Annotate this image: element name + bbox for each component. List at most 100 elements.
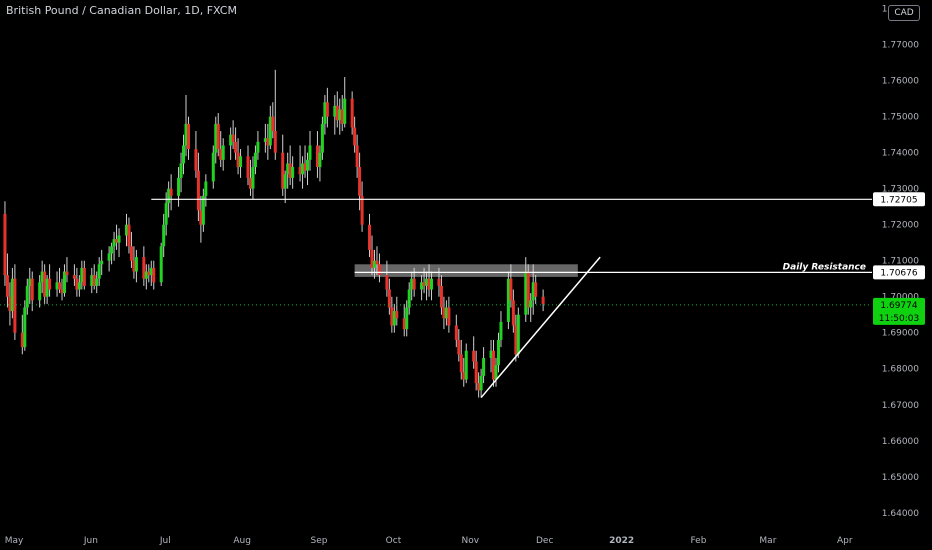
candle-body [457, 339, 461, 355]
candle-body [231, 134, 235, 142]
candle-body [439, 285, 443, 308]
level-label: Daily Resistance [783, 262, 866, 272]
candle-body [447, 307, 451, 326]
x-tick-label: Apr [837, 536, 853, 546]
y-tick-label: 1.74000 [882, 149, 919, 159]
candle-body [38, 282, 42, 301]
candle-body [529, 300, 533, 308]
candle-body [358, 167, 362, 196]
candle-body [82, 267, 86, 286]
candle-body [459, 354, 463, 373]
candle-body [377, 264, 381, 276]
candle-body [350, 98, 354, 128]
candle-body [472, 350, 476, 362]
candle-body [194, 149, 198, 171]
candle-body [100, 260, 104, 265]
candle-body [325, 102, 329, 117]
candle-body [360, 195, 364, 225]
candle-body [499, 321, 503, 340]
candle-body [162, 224, 166, 247]
candle-body [23, 307, 27, 348]
y-tick-label: 1.69000 [882, 329, 919, 339]
last-price-countdown: 11:50:03 [879, 314, 919, 324]
candle-body [454, 325, 458, 340]
candle-body [353, 127, 357, 146]
candle-body [509, 278, 513, 301]
y-tick-label: 1.71000 [882, 257, 919, 267]
candle-body [464, 350, 468, 380]
candle-body [482, 357, 486, 376]
candle-body [3, 213, 7, 276]
candle-body [25, 285, 29, 308]
candle-body [48, 278, 52, 290]
level-price-tag-text: 1.72705 [880, 195, 917, 205]
candle-body [169, 188, 173, 196]
candle-body [196, 170, 200, 211]
candle-body [152, 267, 156, 283]
candle-body [201, 195, 205, 225]
candle-body [308, 145, 312, 160]
candle-body [186, 123, 190, 150]
candlestick-chart[interactable]: Daily Resistance 1.780001.770001.760001.… [0, 0, 932, 550]
candle-body [159, 246, 163, 283]
candle-body [30, 278, 34, 301]
x-tick-label: Sep [311, 536, 328, 546]
candle-body [283, 174, 287, 189]
candle-body [253, 152, 257, 168]
candle-body [177, 177, 181, 196]
candle-body [496, 339, 500, 366]
x-tick-label: Mar [759, 536, 776, 546]
x-tick-label: Jul [159, 536, 171, 546]
candle-body [306, 159, 310, 171]
candle-body [72, 275, 76, 279]
candle-body [318, 152, 322, 168]
y-tick-label: 1.68000 [882, 365, 919, 375]
candle-body [479, 375, 483, 391]
y-tick-label: 1.72000 [882, 221, 919, 231]
chart-title: British Pound / Canadian Dollar, 1D, FXC… [6, 4, 237, 17]
candle-body [179, 163, 183, 178]
x-tick-label: May [5, 536, 24, 546]
candle-body [368, 224, 372, 250]
currency-label[interactable]: CAD [888, 5, 920, 21]
candle-body [134, 257, 138, 272]
candle-body [164, 203, 168, 225]
candle-body [107, 253, 111, 261]
x-tick-label: Jun [83, 536, 98, 546]
x-tick-label: Feb [691, 536, 707, 546]
candle-body [204, 181, 208, 196]
candle-body [129, 246, 133, 261]
trendline [480, 256, 601, 399]
candle-body [437, 278, 441, 286]
candle-body [273, 131, 277, 153]
candle-body [251, 167, 255, 189]
y-tick-label: 1.65000 [882, 473, 919, 483]
y-tick-label: 1.66000 [882, 437, 919, 447]
candle-body [494, 365, 498, 380]
candle-body [516, 314, 520, 355]
y-tick-label: 1.77000 [882, 41, 919, 51]
candles-layer [3, 69, 545, 398]
candle-body [271, 116, 275, 132]
candle-body [211, 152, 215, 182]
last-price-value: 1.69774 [880, 301, 917, 311]
candle-body [291, 167, 295, 178]
candle-body [216, 123, 220, 150]
candle-body [97, 264, 101, 279]
x-tick-label: Dec [536, 536, 553, 546]
candle-body [385, 275, 389, 290]
y-tick-label: 1.75000 [882, 113, 919, 123]
candle-body [541, 296, 545, 304]
candle-body [256, 141, 260, 153]
candle-body [127, 224, 131, 247]
candle-body [182, 145, 186, 164]
y-tick-label: 1.76000 [882, 77, 919, 87]
candle-body [13, 278, 17, 333]
candle-body [65, 271, 69, 276]
resistance-zone [354, 264, 578, 277]
candle-body [395, 311, 399, 319]
candle-body [239, 156, 243, 168]
resistance-zone-layer [354, 264, 578, 277]
level-price-tag-text: 1.70676 [880, 268, 917, 278]
candle-body [110, 246, 114, 254]
